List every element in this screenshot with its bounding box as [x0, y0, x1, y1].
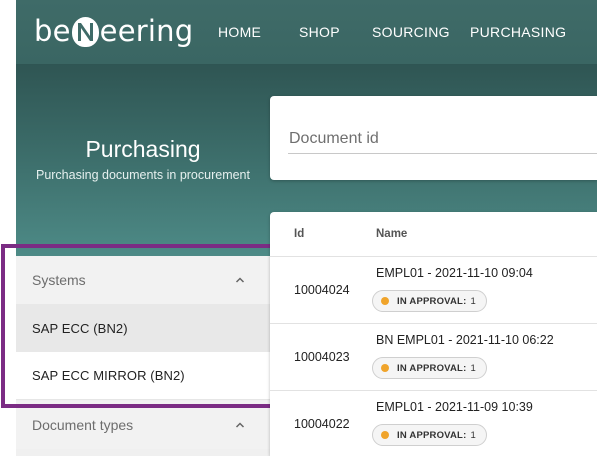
- top-navbar: be eering HOME SHOP SOURCING PURCHASING: [16, 0, 597, 64]
- status-badge: IN APPROVAL: 1: [372, 357, 487, 379]
- page-title: Purchasing: [85, 136, 201, 162]
- document-name-cell: BN EMPL01 - 2021-11-10 06:22: [376, 333, 554, 347]
- systems-filter-title: Systems: [32, 272, 86, 288]
- system-item-label: SAP ECC MIRROR (BN2): [32, 368, 185, 383]
- document-id-input[interactable]: [288, 124, 597, 154]
- search-card: [270, 96, 597, 180]
- status-count: 1: [470, 362, 476, 374]
- status-count: 1: [470, 295, 476, 307]
- document-id-cell: 10004022: [294, 417, 350, 431]
- system-item-sap-ecc[interactable]: SAP ECC (BN2): [16, 304, 270, 352]
- column-header-name[interactable]: Name: [376, 228, 407, 240]
- table-row[interactable]: 10004023 BN EMPL01 - 2021-11-10 06:22 IN…: [270, 323, 597, 390]
- chevron-up-icon: [235, 422, 245, 428]
- status-label: IN APPROVAL:: [397, 429, 467, 441]
- document-id-cell: 10004023: [294, 350, 350, 364]
- document-id-cell: 10004024: [294, 283, 350, 297]
- logo-text-right: eering: [99, 14, 194, 48]
- logo-text-left: be: [34, 14, 71, 48]
- nav-purchasing[interactable]: PURCHASING: [470, 24, 566, 40]
- status-dot-icon: [381, 297, 389, 305]
- nav-shop[interactable]: SHOP: [299, 24, 340, 40]
- systems-filter-header[interactable]: Systems: [16, 256, 270, 304]
- filter-panel: Systems SAP ECC (BN2) SAP ECC MIRROR (BN…: [16, 256, 270, 456]
- nav-sourcing[interactable]: SOURCING: [372, 24, 450, 40]
- column-header-id[interactable]: Id: [294, 228, 304, 240]
- status-badge: IN APPROVAL: 1: [372, 290, 487, 312]
- document-name-cell: EMPL01 - 2021-11-09 10:39: [376, 400, 533, 414]
- documents-table: Id Name 10004024 EMPL01 - 2021-11-10 09:…: [270, 212, 597, 456]
- system-item-sap-ecc-mirror[interactable]: SAP ECC MIRROR (BN2): [16, 352, 270, 400]
- chevron-up-icon: [235, 277, 245, 283]
- system-item-label: SAP ECC (BN2): [32, 320, 128, 336]
- nav-home[interactable]: HOME: [218, 24, 261, 40]
- logo-n-icon: [71, 17, 99, 47]
- status-label: IN APPROVAL:: [397, 362, 467, 374]
- status-dot-icon: [381, 364, 389, 372]
- beneering-logo[interactable]: be eering: [34, 13, 193, 49]
- document-types-filter-header[interactable]: Document types: [16, 401, 270, 449]
- table-row[interactable]: 10004022 EMPL01 - 2021-11-09 10:39 IN AP…: [270, 390, 597, 456]
- page-subtitle: Purchasing documents in procurement: [35, 168, 250, 182]
- document-name-cell: EMPL01 - 2021-11-10 09:04: [376, 266, 533, 280]
- status-badge: IN APPROVAL: 1: [372, 424, 487, 446]
- status-label: IN APPROVAL:: [397, 295, 467, 307]
- document-types-filter-title: Document types: [32, 417, 134, 433]
- table-row[interactable]: 10004024 EMPL01 - 2021-11-10 09:04 IN AP…: [270, 256, 597, 323]
- status-count: 1: [470, 429, 476, 441]
- status-dot-icon: [381, 431, 389, 439]
